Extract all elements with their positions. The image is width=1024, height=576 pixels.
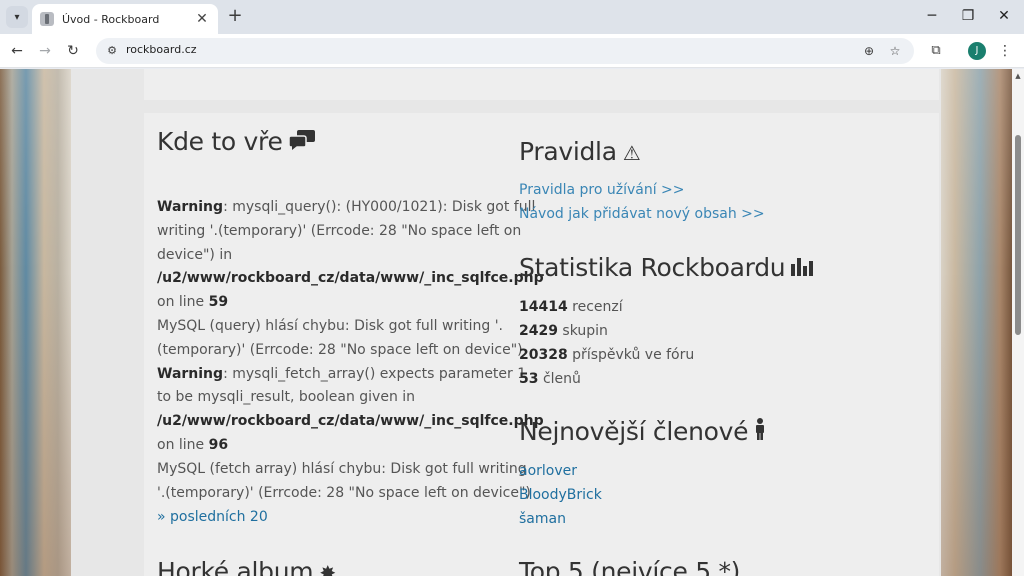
error-line-text: (temporary)' (Errcode: 28 "No space left…: [157, 342, 523, 358]
scroll-up-arrow-icon[interactable]: ▲: [1012, 71, 1024, 81]
close-tab-icon[interactable]: ✕: [194, 11, 210, 27]
person-icon: [754, 418, 766, 445]
comments-icon: [287, 130, 315, 155]
error-line-text: device") in: [157, 247, 233, 263]
stat-members: 53 členů: [519, 371, 581, 387]
member-link-1[interactable]: aorlover: [519, 459, 577, 483]
error-line-text: : mysqli_fetch_array() expects parameter…: [223, 366, 527, 382]
favicon-icon: [40, 12, 54, 26]
error-line-text: : mysqli_query(): (HY000/1021): Disk got…: [223, 199, 536, 215]
error-line: MySQL (query) hlásí chybu: Disk got full…: [157, 314, 503, 338]
member-link-2[interactable]: BloodyBrick: [519, 483, 602, 507]
rules-link-2[interactable]: Návod jak přidávat nový obsah >>: [519, 202, 765, 226]
new-tab-button[interactable]: +: [224, 6, 246, 28]
page-container: Kde to vře Warning: mysqli_query(): (HY0…: [71, 69, 941, 576]
error-line-number: 96: [208, 437, 229, 453]
tab-title: Úvod - Rockboard: [62, 12, 160, 26]
error-line: /u2/www/rockboard_cz/data/www/_inc_sqlfc…: [157, 409, 544, 433]
close-window-button[interactable]: ✕: [986, 4, 1022, 28]
error-line: device") in: [157, 243, 232, 267]
warning-icon: ⚠: [622, 141, 641, 165]
scroll-thumb[interactable]: [1015, 135, 1021, 335]
error-line: on line 96: [157, 433, 228, 457]
error-line: (temporary)' (Errcode: 28 "No space left…: [157, 338, 523, 362]
bar-chart-icon: [791, 256, 815, 281]
bookmark-star-icon[interactable]: ☆: [886, 42, 904, 60]
url-text[interactable]: rockboard.cz: [126, 43, 197, 56]
error-line-bold: Warning: [157, 199, 224, 215]
tab-strip: ▾ Úvod - Rockboard ✕ + ─ ❐ ✕: [0, 0, 1024, 34]
site-info-icon[interactable]: ⚙: [104, 43, 120, 59]
error-line-text: MySQL (fetch array) hlásí chybu: Disk go…: [157, 461, 527, 477]
profile-avatar[interactable]: J: [968, 42, 986, 60]
tab-search-button[interactable]: ▾: [6, 6, 28, 28]
kebab-menu-icon[interactable]: ⋮: [998, 40, 1012, 62]
section-title-pravidla: Pravidla ⚠: [519, 137, 641, 166]
back-button[interactable]: ←: [6, 40, 28, 62]
error-line-number: 59: [208, 294, 229, 310]
stat-bands: 2429 skupin: [519, 323, 608, 339]
rules-link-1[interactable]: Pravidla pro užívání >>: [519, 178, 685, 202]
error-line: to be mysqli_result, boolean given in: [157, 385, 415, 409]
error-line-text: '.(temporary)' (Errcode: 28 "No space le…: [157, 485, 531, 501]
browser-tab[interactable]: Úvod - Rockboard ✕: [32, 4, 218, 34]
error-line-text: on line: [157, 437, 209, 453]
error-line: on line 59: [157, 290, 228, 314]
reload-button[interactable]: ↻: [62, 40, 84, 62]
page-viewport: Kde to vře Warning: mysqli_query(): (HY0…: [0, 69, 1024, 576]
section-title-kde-to-vre: Kde to vře: [157, 127, 315, 156]
more-link[interactable]: » posledních 20: [157, 505, 268, 529]
error-line-bold: Warning: [157, 366, 224, 382]
chevron-down-icon: ▾: [14, 11, 20, 23]
error-line: Warning: mysqli_fetch_array() expects pa…: [157, 362, 526, 386]
error-line-bold: /u2/www/rockboard_cz/data/www/_inc_sqlfc…: [157, 270, 544, 286]
stat-reviews: 14414 recenzí: [519, 299, 623, 315]
previous-panel-bottom: [144, 69, 939, 100]
error-line-text: MySQL (query) hlásí chybu: Disk got full…: [157, 318, 503, 334]
error-line: '.(temporary)' (Errcode: 28 "No space le…: [157, 481, 531, 505]
section-title-top5: Top 5 (nejvíce 5 *): [519, 557, 741, 576]
error-line: Warning: mysqli_query(): (HY000/1021): D…: [157, 195, 535, 219]
error-line-text: on line: [157, 294, 209, 310]
error-line: writing '.(temporary)' (Errcode: 28 "No …: [157, 219, 521, 243]
error-line-text: writing '.(temporary)' (Errcode: 28 "No …: [157, 223, 522, 239]
badge-icon: ✸: [319, 561, 336, 576]
section-title-statistika: Statistika Rockboardu: [519, 253, 815, 282]
error-line: MySQL (fetch array) hlásí chybu: Disk go…: [157, 457, 527, 481]
extensions-icon[interactable]: ⧉: [926, 40, 946, 62]
page-scrollbar[interactable]: ▲: [1012, 69, 1024, 576]
error-line: /u2/www/rockboard_cz/data/www/_inc_sqlfc…: [157, 266, 544, 290]
restore-button[interactable]: ❐: [950, 4, 986, 28]
member-link-3[interactable]: šaman: [519, 507, 566, 531]
forward-button[interactable]: →: [34, 40, 56, 62]
stat-posts: 20328 příspěvků ve fóru: [519, 347, 695, 363]
section-title-horke-album: Horké album ✸: [157, 557, 336, 576]
section-title-nejnovejsi-clenove: Nejnovější členové: [519, 417, 766, 446]
browser-toolbar: ← → ↻ ⚙ rockboard.cz ⊕ ☆ ⧉ J ⋮: [0, 34, 1024, 68]
error-line-bold: /u2/www/rockboard_cz/data/www/_inc_sqlfc…: [157, 413, 544, 429]
zoom-icon[interactable]: ⊕: [860, 42, 878, 60]
address-bar[interactable]: ⚙ rockboard.cz ⊕ ☆: [96, 38, 914, 64]
minimize-button[interactable]: ─: [914, 4, 950, 28]
error-line-text: to be mysqli_result, boolean given in: [157, 389, 416, 405]
